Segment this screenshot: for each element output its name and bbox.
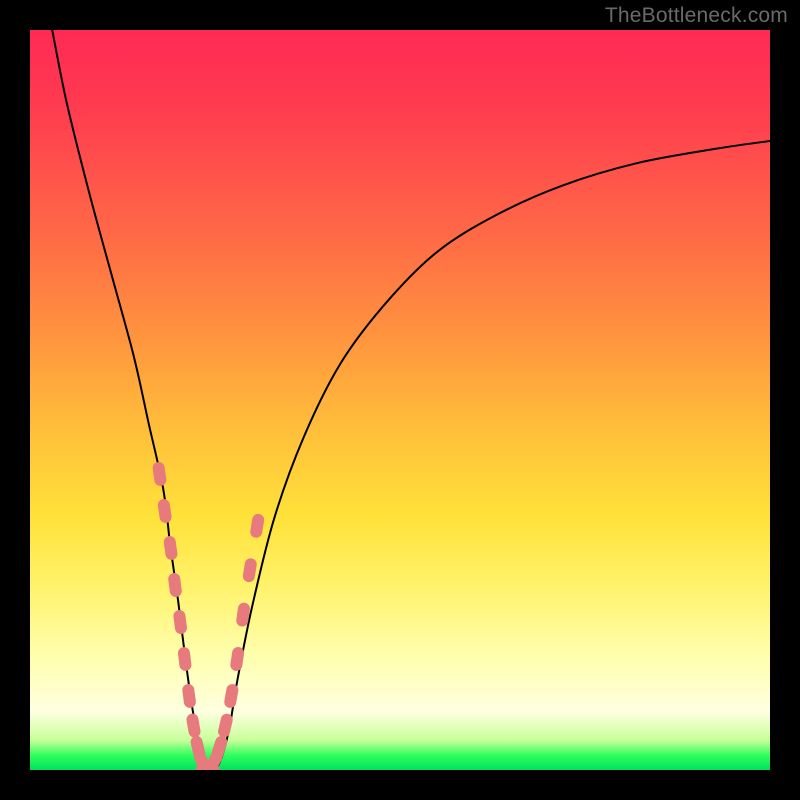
plot-area (30, 30, 770, 770)
marker-pill (173, 609, 188, 634)
marker-pill (230, 646, 245, 671)
marker-group (152, 461, 265, 770)
marker-pill (168, 572, 183, 597)
marker-pill (217, 713, 234, 739)
marker-pill (163, 535, 178, 560)
marker-pill (152, 461, 167, 486)
marker-pill (249, 513, 265, 539)
marker-pill (242, 557, 258, 583)
marker-pill (157, 498, 172, 524)
marker-pill (177, 646, 192, 671)
chart-svg (30, 30, 770, 770)
bottleneck-curve (52, 30, 770, 770)
chart-frame: TheBottleneck.com (0, 0, 800, 800)
watermark-text: TheBottleneck.com (605, 4, 788, 28)
marker-pill (182, 683, 197, 708)
marker-pill (223, 683, 239, 709)
marker-pill (210, 735, 229, 762)
marker-pill (186, 713, 202, 739)
